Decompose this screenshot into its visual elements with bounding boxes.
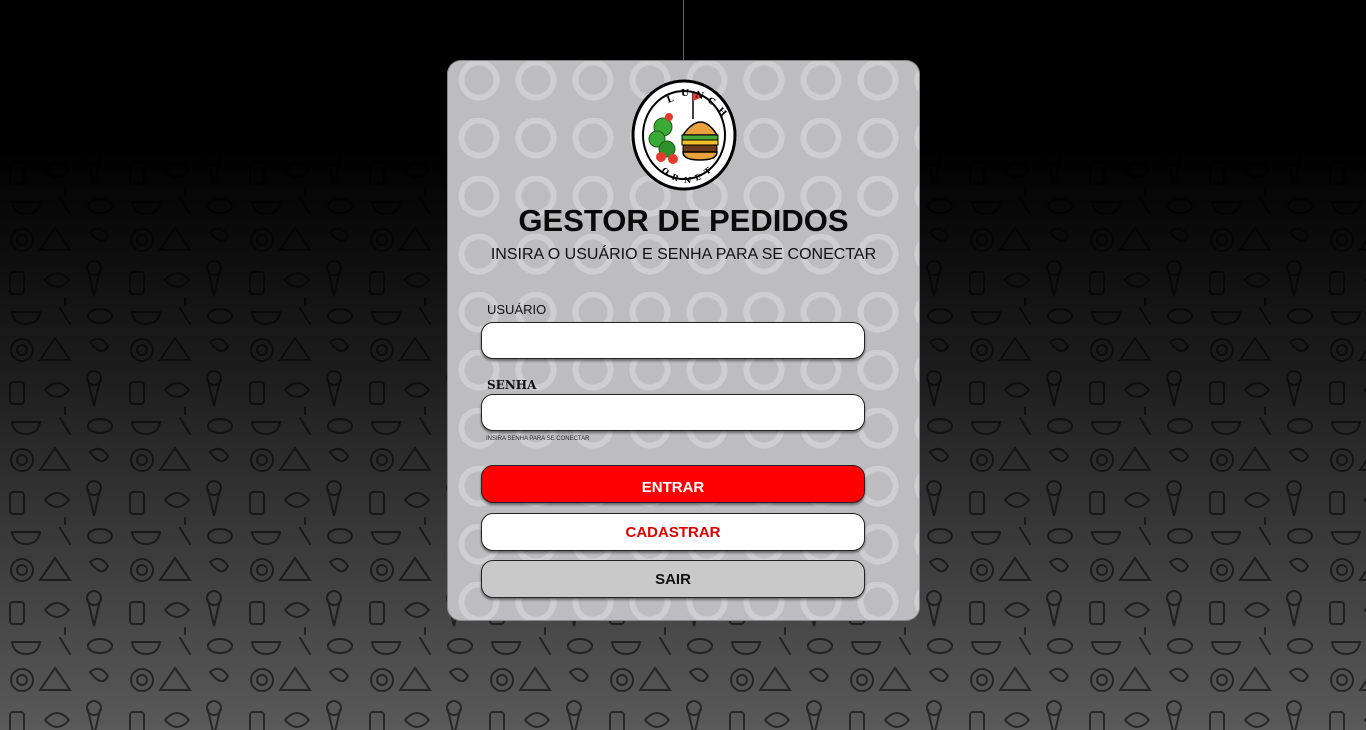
password-label: SENHA: [487, 378, 537, 392]
password-input[interactable]: [481, 394, 865, 431]
signup-button[interactable]: CADASTRAR: [481, 513, 865, 551]
login-button[interactable]: ENTRAR: [481, 465, 865, 503]
page-subtitle: INSIRA O USUÁRIO E SENHA PARA SE CONECTA…: [490, 246, 877, 263]
user-label: USUÁRIO: [487, 302, 547, 317]
logo-bottom-letter: N: [684, 175, 691, 185]
logo-top-letter: U: [681, 89, 689, 99]
center-divider: [683, 0, 684, 60]
password-hint: INSIRA SENHA PARA SE CONECTAR: [486, 436, 590, 442]
user-input[interactable]: [481, 322, 865, 359]
exit-button[interactable]: SAIR: [481, 560, 865, 598]
lunch-or-net-logo-icon: L U N C H O R N E T: [631, 79, 737, 191]
page-title: GESTOR DE PEDIDOS: [518, 203, 849, 238]
